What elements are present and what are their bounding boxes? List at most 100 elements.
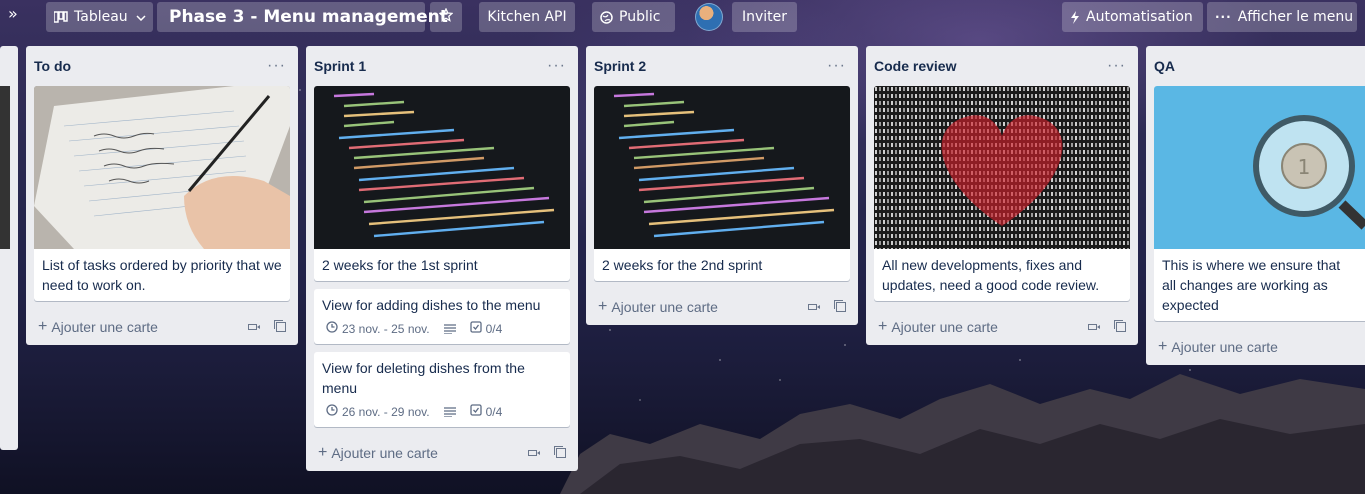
create-from-template-icon[interactable] xyxy=(274,319,286,335)
add-card-label: Ajouter une carte xyxy=(331,445,438,461)
code-screen-cover xyxy=(314,86,570,249)
list-sprint-1: Sprint 1 ··· 2 weeks for the 1st sprint … xyxy=(306,46,578,471)
partial-card-cover xyxy=(0,86,10,249)
add-card-button[interactable]: + Ajouter une carte xyxy=(38,318,158,336)
add-card-button[interactable]: + Ajouter une carte xyxy=(878,318,998,336)
ellipsis-icon: ··· xyxy=(1215,10,1232,24)
plus-icon: + xyxy=(38,318,48,335)
card-title: This is where we ensure that all changes… xyxy=(1162,257,1341,313)
add-card-row: + Ajouter une carte xyxy=(1154,329,1357,365)
card-template-icon[interactable] xyxy=(528,445,540,461)
add-card-button[interactable]: + Ajouter une carte xyxy=(598,298,718,316)
list-header: QA xyxy=(1154,46,1357,86)
add-card-label: Ajouter une carte xyxy=(1171,339,1278,355)
board-icon xyxy=(54,11,68,23)
clock-icon xyxy=(326,404,338,419)
card[interactable]: 2 weeks for the 1st sprint xyxy=(314,86,570,281)
plus-icon: + xyxy=(1158,338,1168,355)
list-header: To do ··· xyxy=(34,46,290,86)
member-avatar[interactable] xyxy=(695,3,723,31)
card[interactable]: List of tasks ordered by priority that w… xyxy=(34,86,290,301)
card-template-icon[interactable] xyxy=(1088,319,1100,335)
card[interactable]: View for adding dishes to the menu 23 no… xyxy=(314,289,570,344)
automation-button[interactable]: Automatisation xyxy=(1062,2,1203,32)
checkbox-icon xyxy=(469,404,482,419)
card[interactable]: 2 weeks for the 2nd sprint xyxy=(594,86,850,281)
bolt-icon xyxy=(1070,10,1080,24)
checklist-badge: 0/4 xyxy=(469,404,502,419)
create-from-template-icon[interactable] xyxy=(554,445,566,461)
list-header: Code review ··· xyxy=(874,46,1130,86)
list-to-do: To do ··· List of tasks ordered by prior… xyxy=(26,46,298,345)
mountain-background xyxy=(560,374,1365,494)
card[interactable]: 1 This is where we ensure that all chang… xyxy=(1154,86,1365,321)
card-title: 2 weeks for the 1st sprint xyxy=(322,257,478,273)
card-title: List of tasks ordered by priority that w… xyxy=(42,257,282,293)
board-header: » Tableau Phase 3 - Menu management Kitc… xyxy=(0,0,1365,36)
list-header: Sprint 2 ··· xyxy=(594,46,850,86)
add-card-row: + Ajouter une carte xyxy=(594,289,850,325)
star-icon xyxy=(438,7,454,26)
visibility-button[interactable]: Public xyxy=(592,2,675,32)
svg-text:1: 1 xyxy=(1298,155,1311,179)
add-card-label: Ajouter une carte xyxy=(51,319,158,335)
description-icon xyxy=(443,323,456,334)
add-card-row: + Ajouter une carte xyxy=(34,309,290,345)
checklist-count: 0/4 xyxy=(485,321,503,336)
card-template-icon[interactable] xyxy=(808,299,820,315)
clock-icon xyxy=(326,321,338,336)
list-title[interactable]: Sprint 1 xyxy=(314,58,366,74)
notebook-writing-cover xyxy=(34,86,290,249)
checkbox-icon xyxy=(469,321,482,336)
list-sprint-2: Sprint 2 ··· 2 weeks for the 2nd sprint … xyxy=(586,46,858,325)
list-code-review: Code review ··· All new developments, fi… xyxy=(866,46,1138,345)
visibility-label: Public xyxy=(619,9,661,25)
add-card-button[interactable]: + Ajouter une carte xyxy=(1158,338,1278,356)
workspace-button[interactable]: Kitchen API xyxy=(479,2,575,32)
view-switcher-button[interactable]: Tableau xyxy=(46,2,153,32)
list-title[interactable]: Code review xyxy=(874,58,956,74)
board-title[interactable]: Phase 3 - Menu management xyxy=(157,2,448,32)
card[interactable]: View for deleting dishes from the menu 2… xyxy=(314,352,570,427)
star-button[interactable] xyxy=(430,2,462,32)
view-switcher-label: Tableau xyxy=(74,9,128,25)
add-card-row: + Ajouter une carte xyxy=(874,309,1130,345)
card-template-icon[interactable] xyxy=(248,319,260,335)
card-title: All new developments, fixes and updates,… xyxy=(882,257,1100,293)
list-menu-icon[interactable]: ··· xyxy=(827,58,846,74)
double-chevron-right-icon[interactable]: » xyxy=(8,4,18,23)
list-menu-icon[interactable]: ··· xyxy=(1107,58,1126,74)
due-date-badge[interactable]: 26 nov. - 29 nov. xyxy=(326,404,430,419)
plus-icon: + xyxy=(878,318,888,335)
list-header: Sprint 1 ··· xyxy=(314,46,570,86)
globe-icon xyxy=(600,10,613,24)
automation-label: Automatisation xyxy=(1086,9,1193,25)
list-title[interactable]: Sprint 2 xyxy=(594,58,646,74)
card-badges: 26 nov. - 29 nov. 0/4 xyxy=(314,404,570,427)
add-card-button[interactable]: + Ajouter une carte xyxy=(318,444,438,462)
create-from-template-icon[interactable] xyxy=(1114,319,1126,335)
card-title: View for adding dishes to the menu xyxy=(322,297,541,313)
code-screen-cover xyxy=(594,86,850,249)
description-icon xyxy=(443,406,456,417)
show-menu-label: Afficher le menu xyxy=(1237,9,1354,25)
checklist-badge: 0/4 xyxy=(469,321,503,336)
invite-button[interactable]: Inviter xyxy=(732,2,797,32)
list-title[interactable]: QA xyxy=(1154,58,1175,74)
create-from-template-icon[interactable] xyxy=(834,299,846,315)
list-qa: QA 1 This is where we ensure that all ch… xyxy=(1146,46,1365,365)
magnifier-coin-cover: 1 xyxy=(1154,86,1365,249)
list-menu-icon[interactable]: ··· xyxy=(267,58,286,74)
list-title[interactable]: To do xyxy=(34,58,71,74)
list-menu-icon[interactable]: ··· xyxy=(547,58,566,74)
add-card-row: + Ajouter une carte xyxy=(314,435,570,471)
due-date-badge[interactable]: 23 nov. - 25 nov. xyxy=(326,321,430,336)
binary-heart-cover xyxy=(874,86,1130,249)
show-menu-button[interactable]: ··· Afficher le menu xyxy=(1207,2,1357,32)
card-badges: 23 nov. - 25 nov. 0/4 xyxy=(314,321,570,344)
due-date-text: 23 nov. - 25 nov. xyxy=(342,321,430,336)
plus-icon: + xyxy=(598,298,608,315)
chevron-down-icon xyxy=(136,9,146,25)
card[interactable]: All new developments, fixes and updates,… xyxy=(874,86,1130,301)
add-card-label: Ajouter une carte xyxy=(891,319,998,335)
